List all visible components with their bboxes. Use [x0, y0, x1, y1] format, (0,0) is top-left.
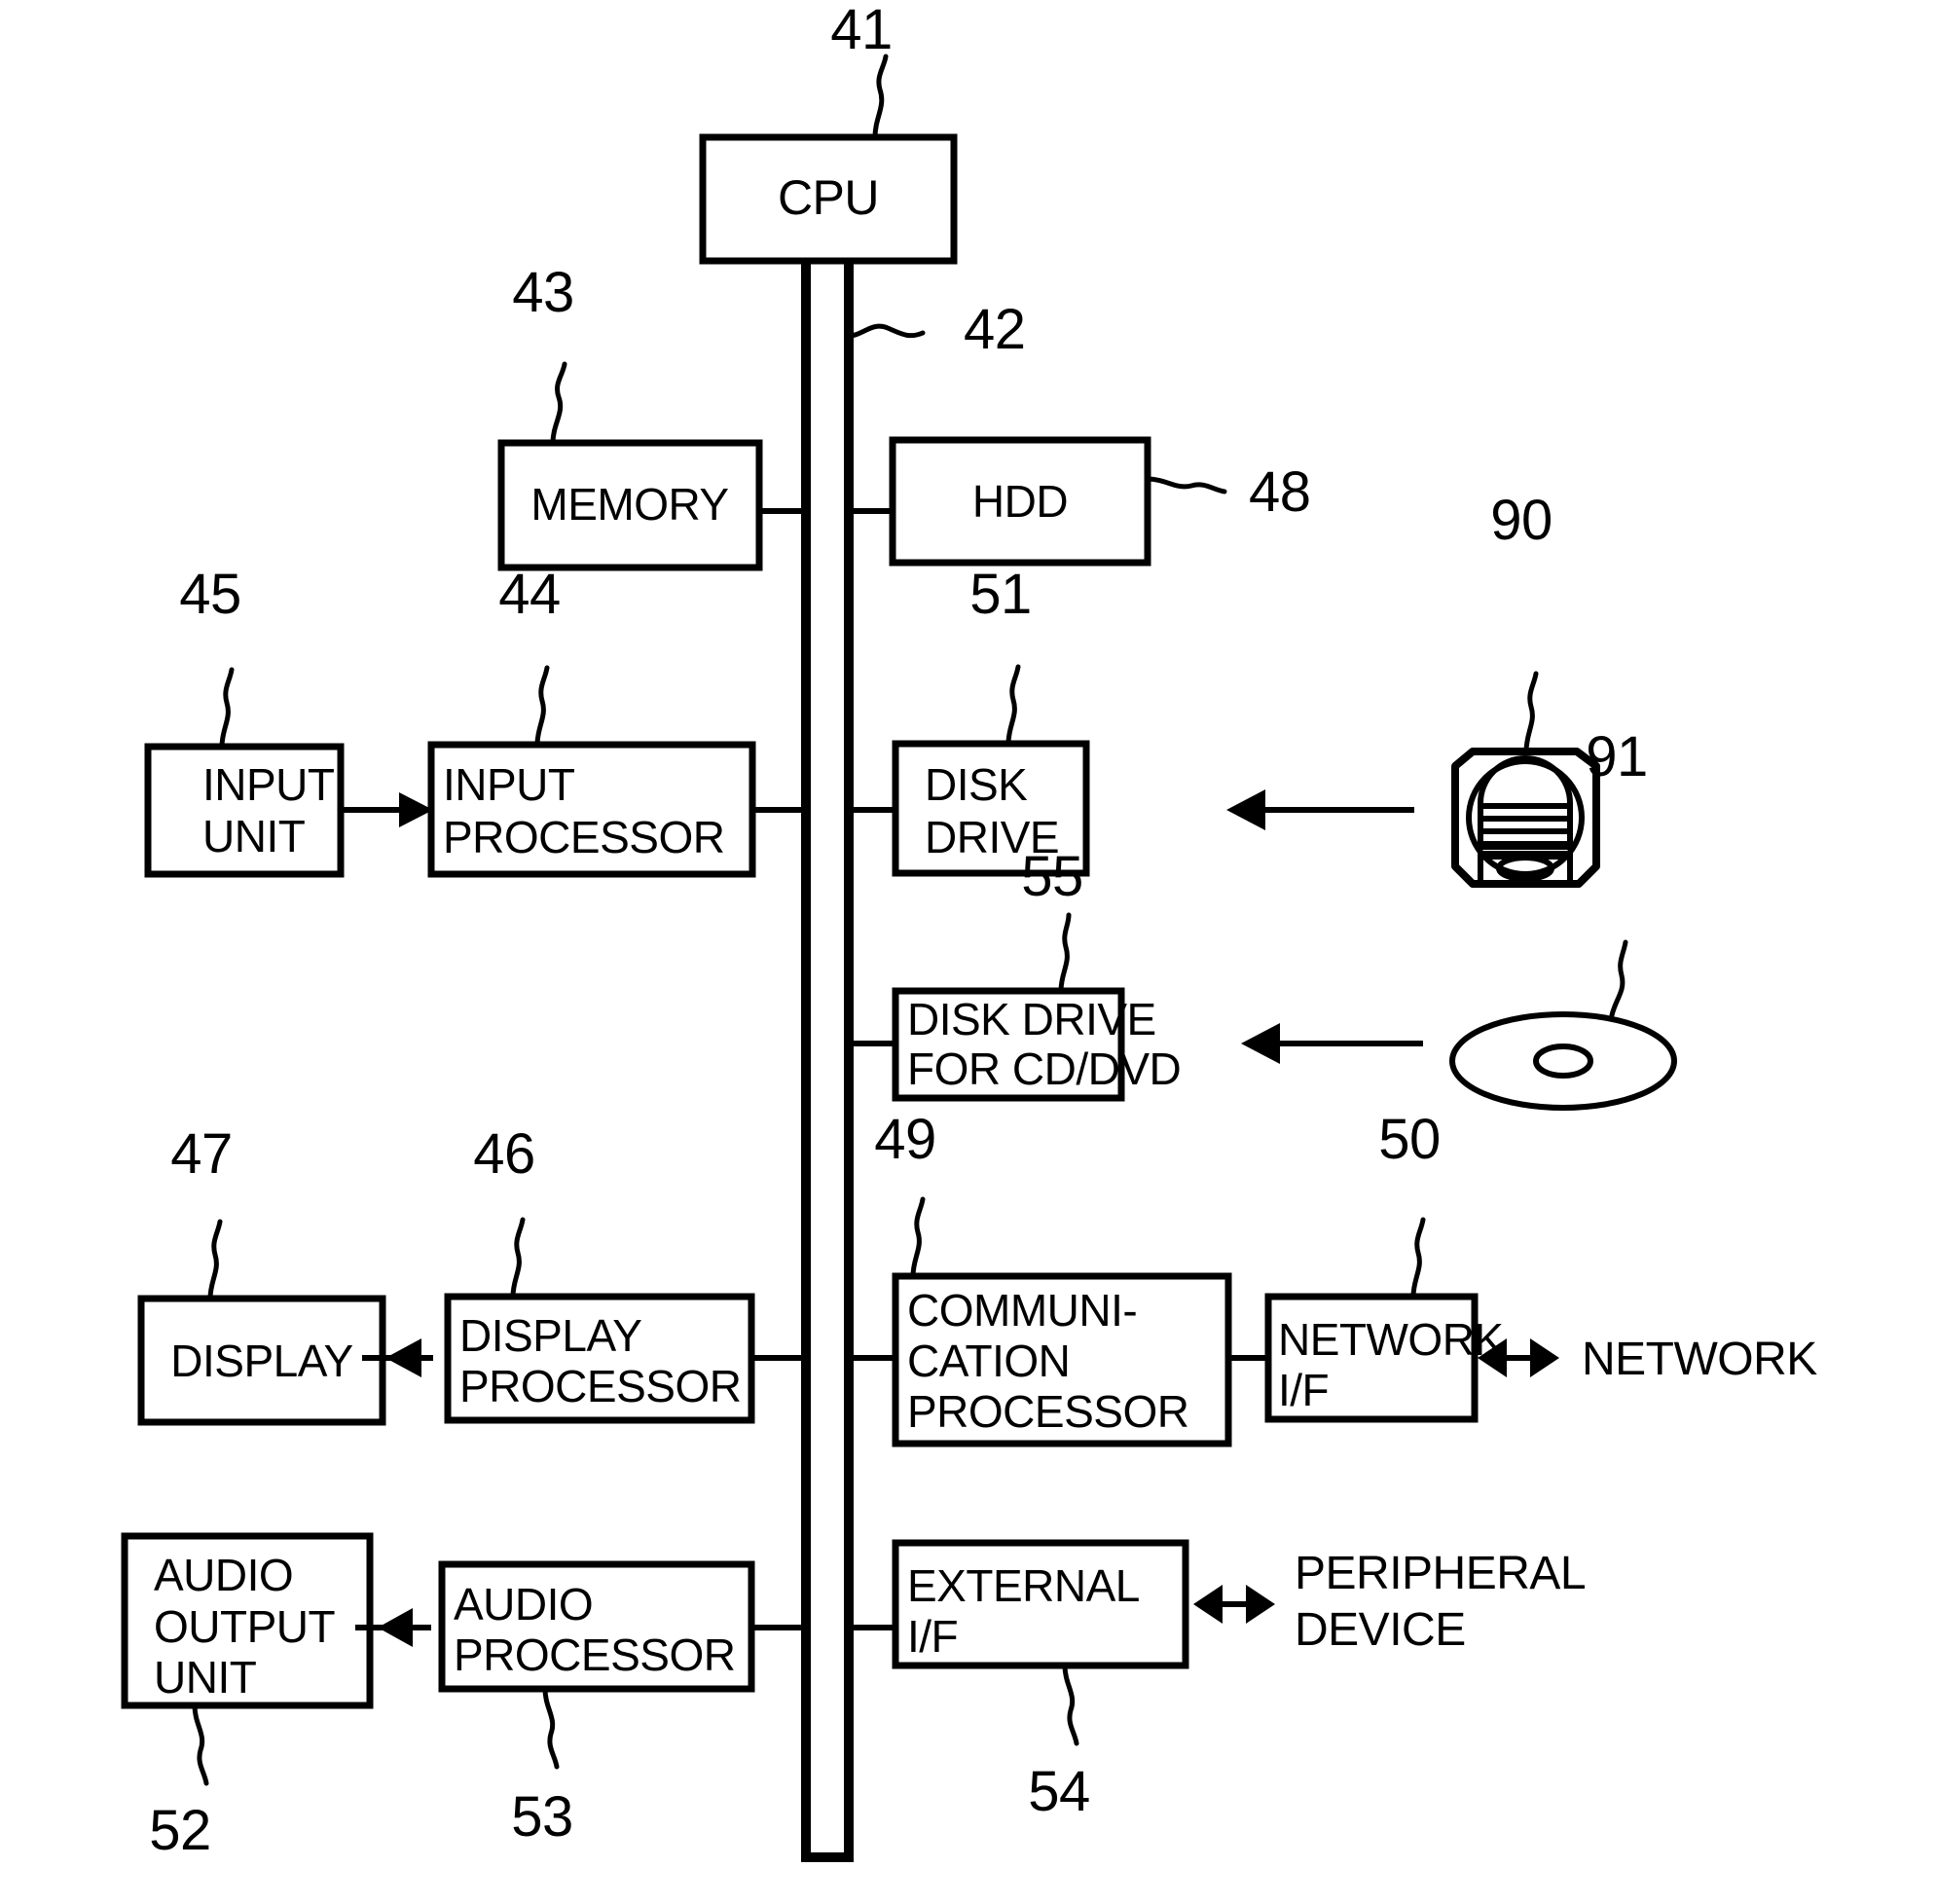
block-input-processor[interactable]: INPUT PROCESSOR [427, 741, 756, 878]
cd-dvd-disc-icon [1449, 1011, 1677, 1111]
disk-drive-label-line1: DISK [925, 759, 1028, 810]
display-label: DISPLAY [170, 1336, 352, 1386]
block-audio-output-unit[interactable]: AUDIO OUTPUT UNIT [121, 1532, 374, 1709]
peripheral-device-label-line2: DEVICE [1295, 1604, 1466, 1656]
ref-48-callout: 48 [1145, 460, 1311, 524]
ref-number-47: 47 [170, 1122, 233, 1186]
arrow-inputunit-to-inputprocessor [343, 792, 433, 827]
ref-90-callout: 90 [1490, 489, 1552, 754]
ref-46-callout: 46 [473, 1122, 535, 1300]
network-if-label-line2: I/F [1278, 1365, 1329, 1415]
block-network-if[interactable]: NETWORK I/F [1264, 1293, 1505, 1423]
block-display[interactable]: DISPLAY [137, 1295, 386, 1426]
ref-number-44: 44 [498, 563, 561, 626]
communication-processor-label-line3: PROCESSOR [907, 1386, 1188, 1437]
ref-54-callout: 54 [1028, 1663, 1090, 1823]
block-memory[interactable]: MEMORY [497, 439, 763, 571]
arrow-extif-to-peripheral [1193, 1585, 1275, 1624]
ref-number-51: 51 [969, 563, 1032, 626]
input-processor-label-line2: PROCESSOR [443, 812, 724, 862]
block-diagram-svg: CPU 41 42 MEMORY 43 HDD 48 INPUT UNIT 45 [121, 0, 1818, 1862]
input-unit-label-line1: INPUT [202, 759, 335, 810]
ref-41-callout: 41 [830, 0, 893, 140]
system-bus [801, 261, 854, 1862]
disk-drive-cd-label-line1: DISK DRIVE [907, 994, 1156, 1044]
ref-42-callout: 42 [846, 298, 1026, 361]
block-disk-drive-cd[interactable]: DISK DRIVE FOR CD/DVD [892, 987, 1182, 1102]
ref-49-callout: 49 [874, 1108, 936, 1279]
ref-50-callout: 50 [1378, 1108, 1441, 1300]
display-processor-label-line1: DISPLAY [459, 1310, 641, 1361]
input-unit-label-line2: UNIT [202, 811, 306, 861]
cpu-label: CPU [778, 170, 879, 225]
communication-processor-label-line2: CATION [907, 1336, 1070, 1386]
block-communication-processor[interactable]: COMMUNI- CATION PROCESSOR [892, 1272, 1232, 1447]
memory-label: MEMORY [530, 479, 728, 530]
ref-number-91: 91 [1586, 725, 1648, 788]
ref-55-callout: 55 [1021, 845, 1083, 994]
ref-51-callout: 51 [969, 563, 1032, 747]
display-processor-label-line2: PROCESSOR [459, 1361, 741, 1411]
ref-number-54: 54 [1028, 1760, 1090, 1823]
ref-number-55: 55 [1021, 845, 1083, 908]
ref-number-48: 48 [1249, 460, 1311, 524]
ref-43-callout: 43 [512, 261, 574, 446]
input-processor-label-line1: INPUT [443, 759, 575, 810]
external-if-label-line1: EXTERNAL [907, 1560, 1140, 1611]
network-external-label: NETWORK [1582, 1334, 1817, 1385]
ref-number-43: 43 [512, 261, 574, 324]
arrow-disc-to-cddrive [1241, 1023, 1423, 1064]
arrow-removabledisk-to-diskdrive [1226, 789, 1414, 830]
communication-processor-label-line1: COMMUNI- [907, 1285, 1137, 1336]
ref-number-90: 90 [1490, 489, 1552, 552]
ref-number-41: 41 [830, 0, 893, 61]
ref-number-42: 42 [964, 298, 1026, 361]
figure-root: CPU 41 42 MEMORY 43 HDD 48 INPUT UNIT 45 [0, 0, 1936, 1904]
block-cpu[interactable]: CPU [699, 133, 958, 265]
removable-disk-icon [1451, 748, 1600, 888]
block-external-if[interactable]: EXTERNAL I/F [892, 1539, 1189, 1669]
ref-53-callout: 53 [511, 1686, 573, 1849]
block-input-unit[interactable]: INPUT UNIT [144, 743, 345, 878]
audio-output-unit-label-line2: OUTPUT [154, 1601, 336, 1652]
audio-output-unit-label-line3: UNIT [154, 1652, 257, 1703]
audio-output-unit-label-line1: AUDIO [154, 1550, 293, 1600]
audio-processor-label-line1: AUDIO [454, 1579, 593, 1629]
ref-47-callout: 47 [170, 1122, 233, 1301]
ref-44-callout: 44 [498, 563, 561, 748]
peripheral-device-label-line1: PERIPHERAL [1295, 1548, 1586, 1599]
ref-52-callout: 52 [149, 1703, 211, 1862]
network-if-label-line1: NETWORK [1278, 1314, 1504, 1365]
audio-processor-label-line2: PROCESSOR [454, 1629, 735, 1680]
disk-drive-cd-label-line2: FOR CD/DVD [907, 1044, 1181, 1094]
ref-number-53: 53 [511, 1785, 573, 1849]
ref-number-49: 49 [874, 1108, 936, 1171]
block-display-processor[interactable]: DISPLAY PROCESSOR [444, 1293, 755, 1424]
ref-number-46: 46 [473, 1122, 535, 1186]
ref-number-52: 52 [149, 1799, 211, 1862]
block-audio-processor[interactable]: AUDIO PROCESSOR [438, 1560, 755, 1693]
ref-45-callout: 45 [179, 563, 241, 750]
external-if-label-line2: I/F [907, 1611, 958, 1662]
block-hdd[interactable]: HDD [889, 436, 1151, 567]
ref-number-50: 50 [1378, 1108, 1441, 1171]
hdd-label: HDD [972, 476, 1068, 527]
ref-number-45: 45 [179, 563, 241, 626]
